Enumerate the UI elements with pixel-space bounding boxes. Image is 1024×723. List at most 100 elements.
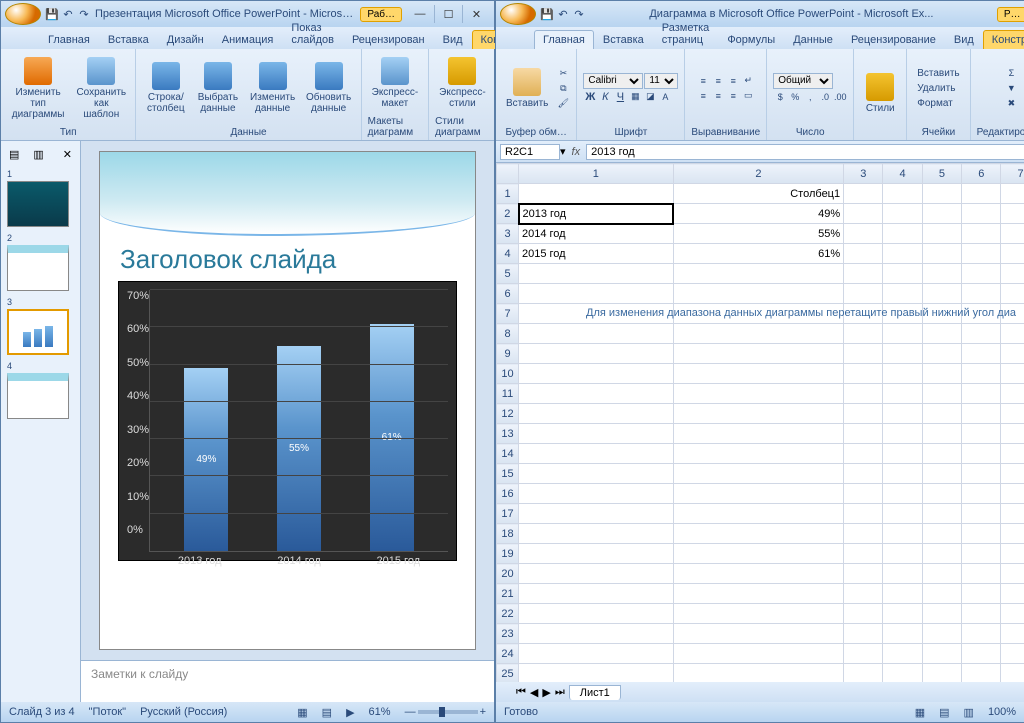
row-header[interactable]: 17 — [497, 504, 519, 524]
cell[interactable] — [922, 244, 961, 264]
row-header[interactable]: 11 — [497, 384, 519, 404]
view-layout-icon[interactable]: ▤ — [939, 706, 949, 719]
cell[interactable] — [673, 384, 843, 404]
row-header[interactable]: 20 — [497, 564, 519, 584]
cell[interactable] — [922, 344, 961, 364]
cell[interactable]: 2014 год — [519, 224, 674, 244]
chart-object[interactable]: 0%10%20%30%40%50%60%70% 2013 год2014 год… — [118, 281, 457, 561]
tab-formulas[interactable]: Формулы — [718, 30, 784, 49]
tab-pagelayout[interactable]: Разметка страниц — [653, 18, 719, 49]
cell[interactable]: 2015 год — [519, 244, 674, 264]
row-header[interactable]: 2 — [497, 204, 519, 224]
status-language[interactable]: Русский (Россия) — [140, 706, 227, 718]
slide-canvas[interactable]: Заголовок слайда 0%10%20%30%40%50%60%70%… — [81, 141, 494, 660]
tab-nav-next-icon[interactable]: ▶ — [542, 686, 550, 699]
cell[interactable] — [922, 444, 961, 464]
slide-title[interactable]: Заголовок слайда — [100, 236, 475, 281]
cell[interactable] — [962, 224, 1001, 244]
cell[interactable] — [922, 264, 961, 284]
sheet-tab-1[interactable]: Лист1 — [569, 685, 621, 700]
cell[interactable] — [922, 584, 961, 604]
cell[interactable] — [962, 244, 1001, 264]
font-color-button[interactable]: A — [658, 90, 672, 104]
cell[interactable] — [962, 264, 1001, 284]
align-top-icon[interactable]: ≡ — [696, 74, 710, 88]
clear-icon[interactable]: ✖ — [1004, 96, 1018, 110]
redo-icon[interactable]: ↷ — [77, 7, 91, 21]
cell[interactable] — [962, 364, 1001, 384]
cell[interactable] — [844, 184, 883, 204]
cell[interactable] — [883, 604, 922, 624]
cell[interactable] — [844, 364, 883, 384]
col-header[interactable]: 5 — [922, 164, 961, 184]
border-button[interactable]: ▦ — [628, 90, 642, 104]
undo-icon[interactable]: ↶ — [61, 7, 75, 21]
cell[interactable] — [883, 364, 922, 384]
row-header[interactable]: 25 — [497, 664, 519, 683]
close-pane-icon[interactable]: ✕ — [59, 147, 76, 162]
cell[interactable] — [922, 564, 961, 584]
cell[interactable] — [1001, 224, 1024, 244]
cell[interactable] — [962, 624, 1001, 644]
refresh-data-button[interactable]: Обновить данные — [303, 60, 355, 116]
tab-review[interactable]: Рецензирование — [842, 30, 945, 49]
cell[interactable] — [844, 644, 883, 664]
cell[interactable] — [1001, 484, 1024, 504]
cell[interactable] — [1001, 624, 1024, 644]
cell[interactable] — [883, 484, 922, 504]
cell[interactable] — [922, 664, 961, 683]
cell[interactable] — [519, 504, 674, 524]
col-header[interactable]: 6 — [962, 164, 1001, 184]
autosum-icon[interactable]: Σ — [1004, 66, 1018, 80]
cell[interactable] — [883, 564, 922, 584]
cell[interactable] — [519, 524, 674, 544]
cell[interactable]: 49% — [673, 204, 843, 224]
cell[interactable] — [1001, 324, 1024, 344]
cell[interactable] — [922, 644, 961, 664]
cell[interactable] — [844, 564, 883, 584]
cell[interactable] — [883, 284, 922, 304]
merge-icon[interactable]: ▭ — [741, 89, 755, 103]
cell[interactable] — [962, 344, 1001, 364]
cell[interactable] — [519, 484, 674, 504]
row-header[interactable]: 9 — [497, 344, 519, 364]
cell[interactable] — [844, 284, 883, 304]
office-button[interactable] — [5, 3, 41, 25]
tab-nav-last-icon[interactable]: ⏭ — [555, 686, 565, 699]
row-header[interactable]: 24 — [497, 644, 519, 664]
row-header[interactable]: 15 — [497, 464, 519, 484]
zoom-level[interactable]: 100% — [988, 706, 1016, 718]
maximize-button[interactable]: ☐ — [434, 5, 462, 23]
underline-button[interactable]: Ч — [613, 90, 627, 104]
tab-design[interactable]: Дизайн — [158, 30, 213, 49]
cell[interactable] — [883, 264, 922, 284]
cell[interactable] — [673, 624, 843, 644]
align-center-icon[interactable]: ≡ — [711, 89, 725, 103]
view-show-icon[interactable]: ▶ — [346, 706, 354, 719]
cell[interactable] — [883, 464, 922, 484]
cell[interactable] — [1001, 344, 1024, 364]
cell[interactable]: 2013 год — [519, 204, 674, 224]
cell[interactable] — [922, 384, 961, 404]
row-header[interactable]: 7 — [497, 304, 519, 324]
cell[interactable] — [844, 244, 883, 264]
cell[interactable] — [1001, 384, 1024, 404]
select-data-button[interactable]: Выбрать данные — [193, 60, 242, 116]
cell[interactable] — [962, 604, 1001, 624]
tab-insert[interactable]: Вставка — [594, 30, 653, 49]
tab-home[interactable]: Главная — [534, 30, 594, 49]
cell[interactable] — [844, 424, 883, 444]
cell[interactable] — [922, 284, 961, 304]
redo-icon[interactable]: ↷ — [572, 7, 586, 21]
row-header[interactable]: 21 — [497, 584, 519, 604]
cell[interactable] — [519, 644, 674, 664]
cell[interactable] — [519, 324, 674, 344]
comma-icon[interactable]: , — [803, 90, 817, 104]
cell[interactable] — [922, 604, 961, 624]
font-name-select[interactable]: Calibri — [583, 73, 643, 89]
cell[interactable] — [1001, 464, 1024, 484]
switch-row-col-button[interactable]: Строка/столбец — [142, 60, 189, 116]
cell[interactable] — [962, 384, 1001, 404]
cell[interactable] — [1001, 244, 1024, 264]
view-normal-icon[interactable]: ▦ — [297, 706, 307, 719]
